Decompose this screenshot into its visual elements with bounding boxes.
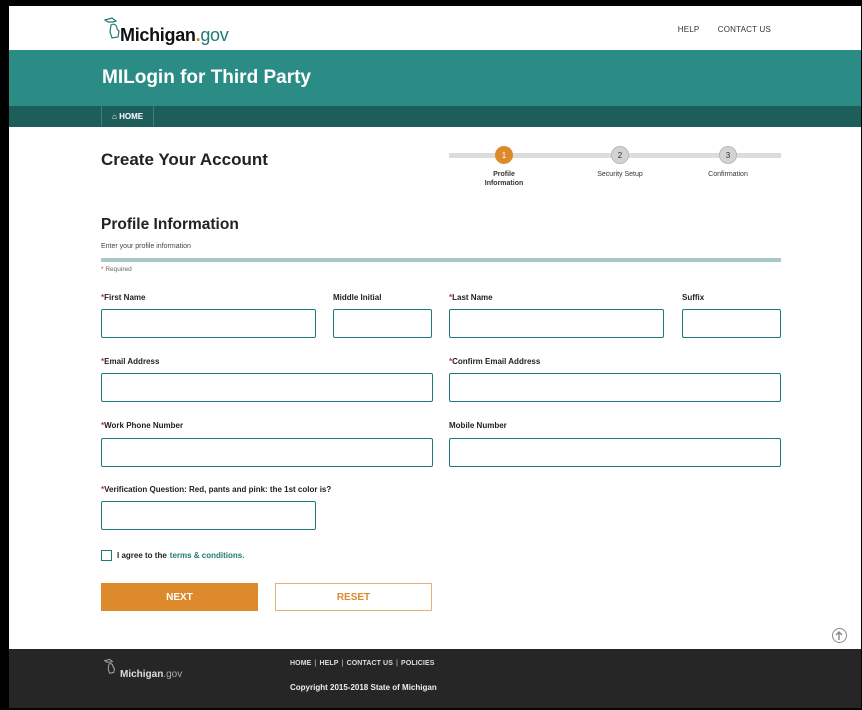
progress-steps: 1 Profile Information 2 Security Setup 3… bbox=[449, 146, 781, 196]
work-phone-label: *Work Phone Number bbox=[101, 421, 184, 430]
banner-title: MILogin for Third Party bbox=[102, 67, 311, 88]
section-subtitle: Enter your profile information bbox=[101, 243, 191, 250]
agree-terms-text: I agree to the bbox=[117, 550, 167, 560]
email-label: *Email Address bbox=[101, 357, 160, 366]
page: Michigan.gov HELP CONTACT US MILogin for… bbox=[9, 6, 861, 708]
last-name-input[interactable] bbox=[449, 309, 664, 338]
nav-bar: ⌂ HOME bbox=[9, 106, 861, 127]
middle-initial-input[interactable] bbox=[333, 309, 432, 338]
scroll-to-top-button[interactable] bbox=[832, 628, 847, 643]
step-profile-information: 1 Profile Information bbox=[459, 146, 549, 188]
help-link[interactable]: HELP bbox=[678, 25, 700, 34]
agree-terms-checkbox[interactable] bbox=[101, 549, 112, 561]
confirm-email-label: *Confirm Email Address bbox=[449, 357, 541, 366]
reset-button[interactable]: RESET bbox=[275, 583, 432, 611]
step-security-setup: 2 Security Setup bbox=[575, 146, 665, 179]
top-bar: Michigan.gov HELP CONTACT US bbox=[9, 6, 861, 50]
page-title: Create Your Account bbox=[101, 150, 268, 169]
suffix-input[interactable] bbox=[682, 309, 781, 338]
next-button[interactable]: NEXT bbox=[101, 583, 258, 611]
required-note: * Required bbox=[101, 266, 132, 273]
logo-text-main: Michigan bbox=[120, 25, 196, 45]
nav-home-link[interactable]: ⌂ HOME bbox=[101, 106, 155, 127]
step-number: 2 bbox=[611, 146, 629, 164]
email-input[interactable] bbox=[101, 373, 433, 402]
suffix-label: Suffix bbox=[682, 293, 705, 302]
top-links: HELP CONTACT US bbox=[662, 25, 771, 34]
mobile-number-input[interactable] bbox=[449, 438, 781, 467]
work-phone-input[interactable] bbox=[101, 438, 433, 467]
footer-home-link[interactable]: HOME bbox=[290, 660, 311, 667]
step-confirmation: 3 Confirmation bbox=[683, 146, 773, 179]
banner: MILogin for Third Party bbox=[9, 50, 861, 106]
michigan-map-icon bbox=[103, 17, 120, 39]
section-divider bbox=[101, 258, 781, 262]
footer-logo-main: Michigan bbox=[120, 669, 164, 680]
michigan-map-icon bbox=[103, 658, 115, 674]
terms-conditions-link[interactable]: terms & conditions. bbox=[170, 551, 245, 560]
first-name-input[interactable] bbox=[101, 309, 316, 338]
footer: Michigan.gov HOME | HELP | CONTACT US | POLICI… bbox=[9, 649, 861, 708]
footer-policies-link[interactable]: POLICIES bbox=[401, 660, 434, 667]
copyright-text: Copyright 2015-2018 State of Michigan bbox=[290, 683, 437, 692]
nav-home-label: HOME bbox=[119, 112, 144, 121]
home-icon: ⌂ bbox=[112, 112, 117, 121]
agree-terms-row: I agree to the terms & conditions. bbox=[101, 549, 244, 561]
last-name-label: *Last Name bbox=[449, 293, 493, 302]
mobile-number-label: Mobile Number bbox=[449, 421, 507, 430]
michigan-logo[interactable]: Michigan.gov bbox=[102, 16, 229, 46]
logo-text-suffix: gov bbox=[200, 25, 229, 45]
footer-logo[interactable]: Michigan.gov bbox=[102, 658, 182, 681]
section-title: Profile Information bbox=[101, 216, 239, 233]
footer-help-link[interactable]: HELP bbox=[319, 660, 338, 667]
footer-contact-us-link[interactable]: CONTACT US bbox=[347, 660, 393, 667]
step-label: Profile Information bbox=[484, 171, 524, 187]
footer-logo-suffix: .gov bbox=[163, 669, 183, 680]
step-label: Confirmation bbox=[708, 171, 748, 178]
arrow-up-circle-icon bbox=[835, 631, 843, 640]
middle-initial-label: Middle Initial bbox=[333, 293, 382, 302]
confirm-email-input[interactable] bbox=[449, 373, 781, 402]
step-number: 1 bbox=[495, 146, 513, 164]
first-name-label: *First Name bbox=[101, 293, 146, 302]
step-label: Security Setup bbox=[597, 171, 643, 178]
contact-us-link[interactable]: CONTACT US bbox=[718, 25, 771, 34]
verification-question-label: *Verification Question: Red, pants and p… bbox=[101, 485, 332, 494]
verification-answer-input[interactable] bbox=[101, 501, 316, 530]
footer-links: HOME | HELP | CONTACT US | POLICIES bbox=[290, 660, 435, 667]
step-number: 3 bbox=[719, 146, 737, 164]
